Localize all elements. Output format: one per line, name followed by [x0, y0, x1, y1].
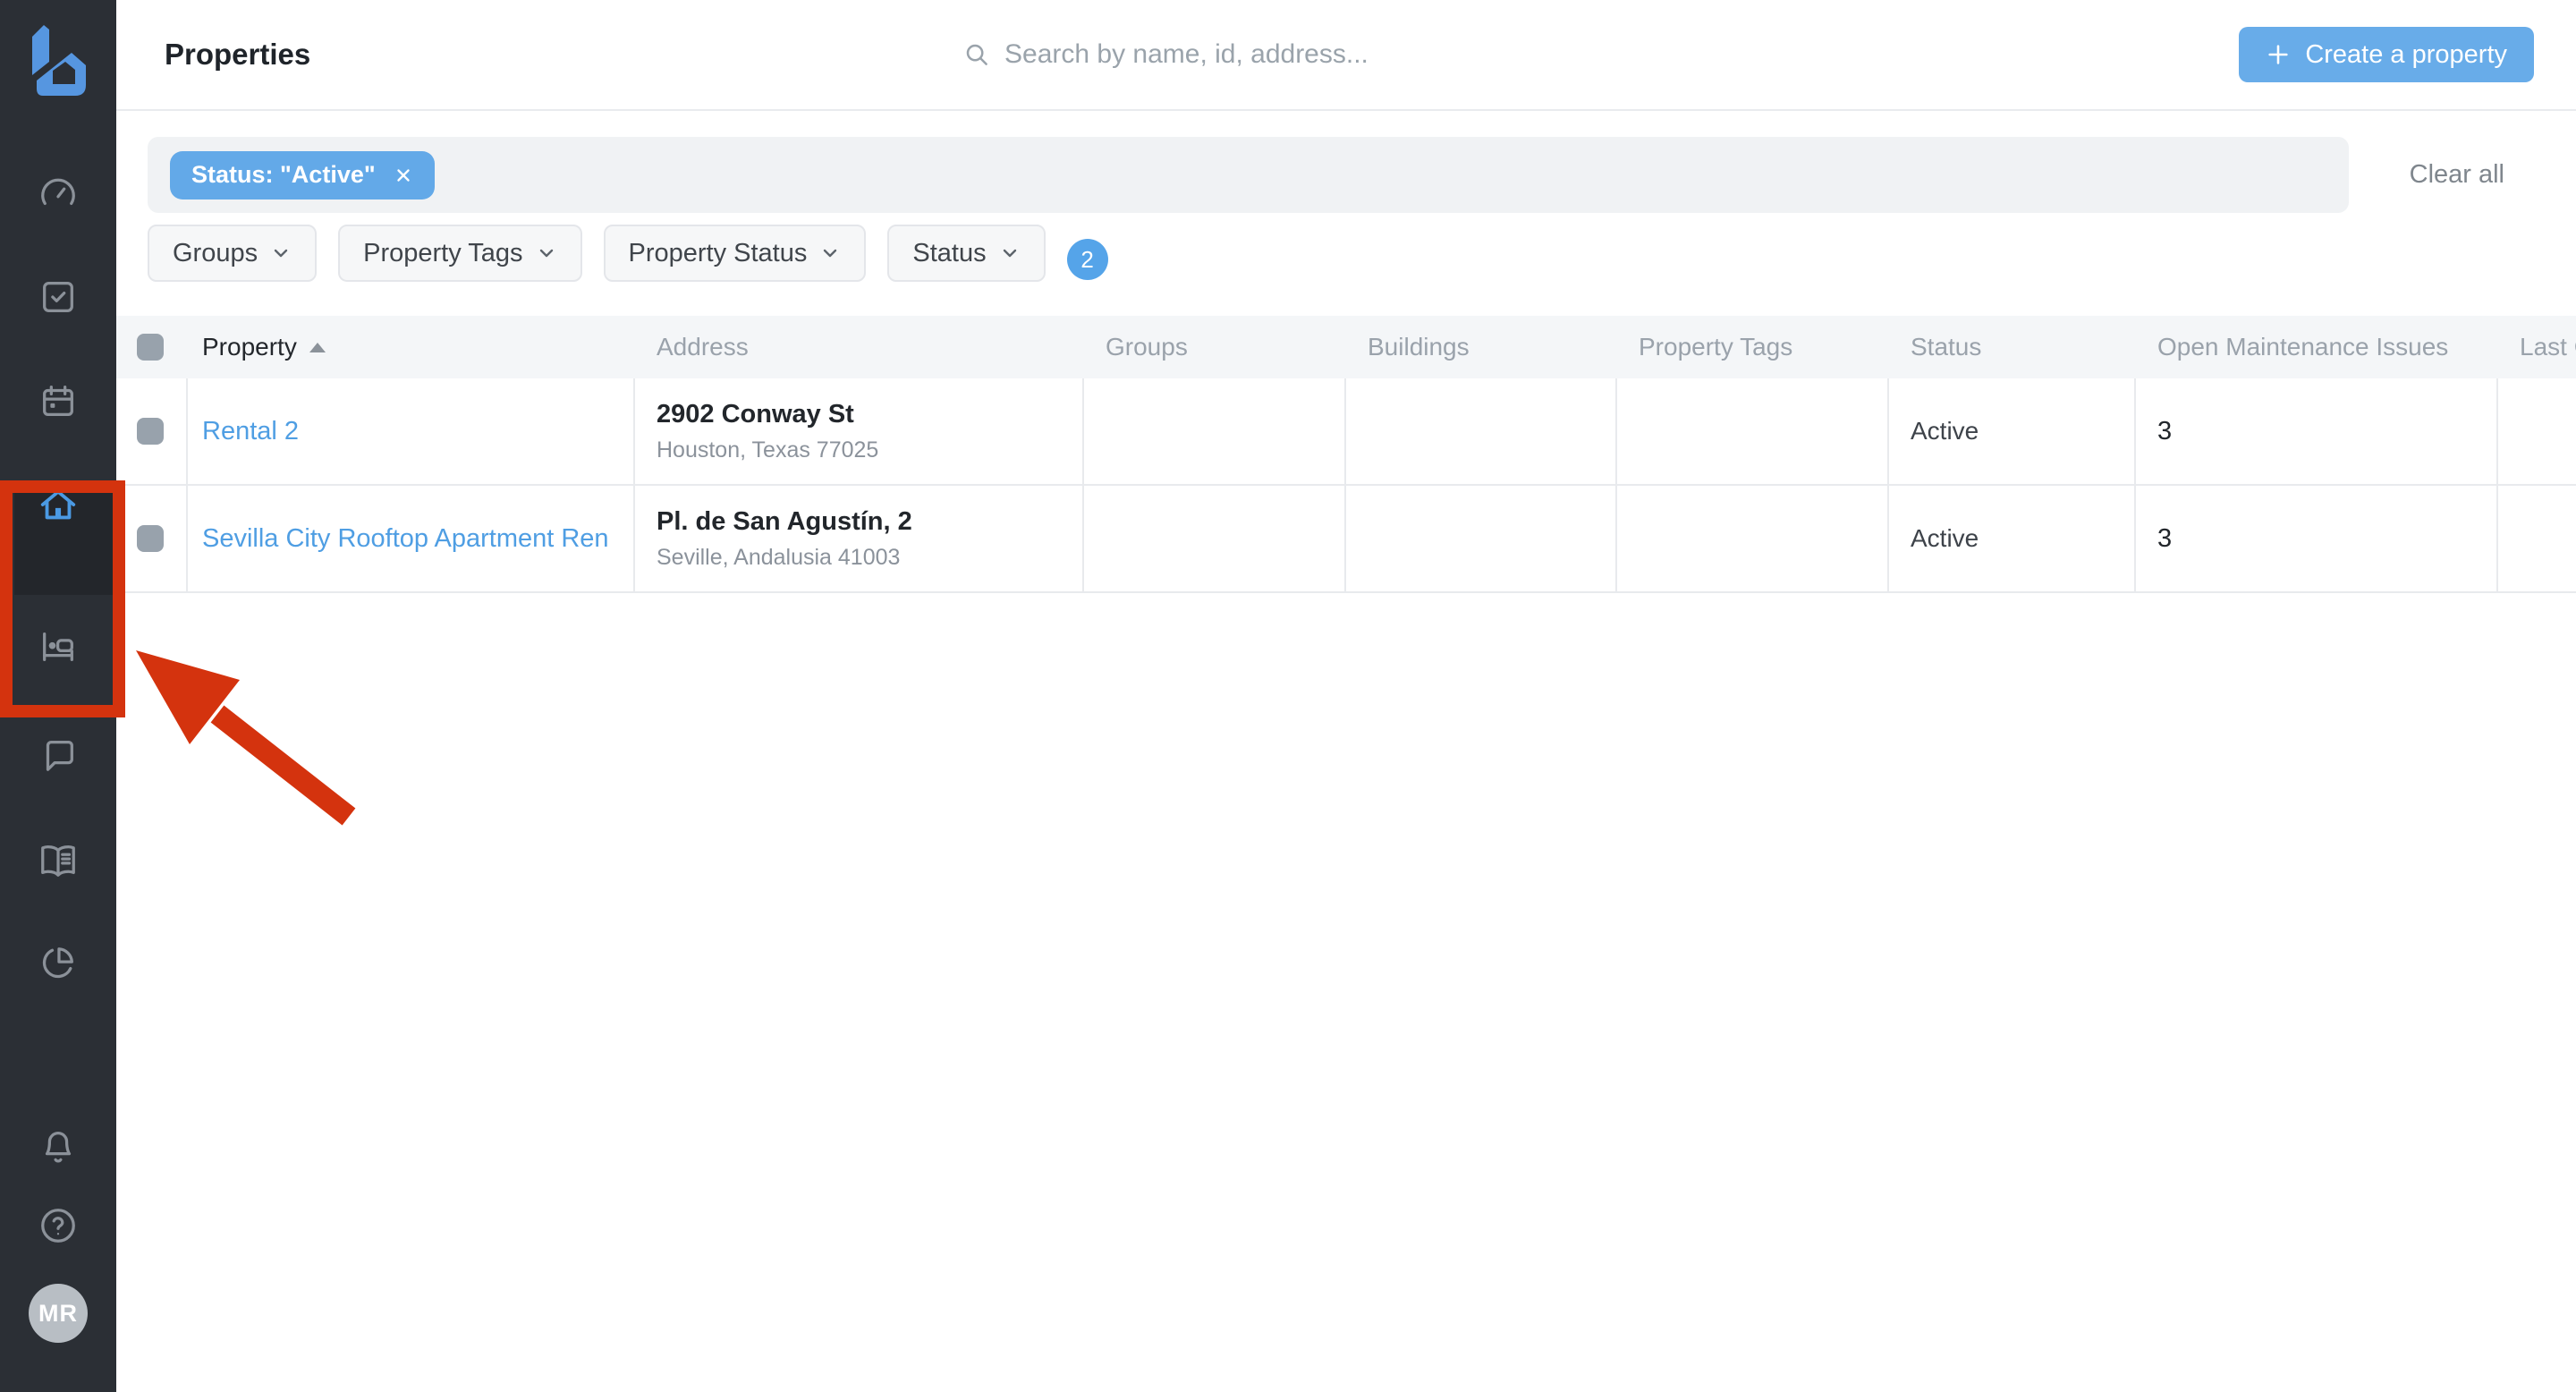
avatar[interactable]: MR [29, 1284, 88, 1343]
bell-icon [38, 1126, 79, 1167]
sort-asc-icon [309, 343, 326, 352]
help-button[interactable] [0, 1205, 116, 1246]
column-header-open-maintenance-issues[interactable]: Open Maintenance Issues [2136, 316, 2498, 378]
table-row: Sevilla City Rooftop Apartment Ren Pl. d… [116, 486, 2576, 593]
buildings-cell [1346, 486, 1617, 591]
filter-dropdown-status[interactable]: Status [887, 225, 1045, 282]
open-maintenance-issues-cell: 3 [2136, 378, 2498, 484]
sidebar: MR [0, 0, 116, 1392]
last-c-cell [2498, 378, 2576, 484]
property-link[interactable]: Sevilla City Rooftop Apartment Ren [202, 524, 633, 554]
status-cell: Active [1889, 486, 2136, 591]
column-header-status[interactable]: Status [1889, 316, 2136, 378]
buildium-logo-icon [30, 25, 89, 100]
applied-filters-count-badge[interactable]: 2 [1067, 239, 1108, 280]
sidebar-item-dashboard[interactable] [0, 172, 116, 213]
calendar-icon [38, 380, 79, 421]
remove-filter-icon[interactable] [394, 166, 413, 185]
buildings-cell [1346, 378, 1617, 484]
filter-dropdown-groups[interactable]: Groups [148, 225, 317, 282]
sidebar-item-tasks[interactable] [0, 276, 116, 318]
sidebar-item-rentals[interactable] [0, 626, 116, 667]
chat-bubble-icon [38, 734, 79, 775]
help-circle-icon [38, 1205, 79, 1246]
column-header-property[interactable]: Property [188, 316, 635, 378]
property-tags-cell [1617, 378, 1889, 484]
page-title: Properties [165, 38, 310, 72]
create-property-button[interactable]: Create a property [2239, 27, 2534, 82]
pie-chart-icon [38, 943, 79, 984]
clear-all-button[interactable]: Clear all [2410, 160, 2504, 190]
sidebar-item-reports[interactable] [0, 943, 116, 984]
top-bar: Properties Create a property [116, 0, 2576, 111]
book-open-icon [38, 840, 79, 881]
column-header-groups[interactable]: Groups [1084, 316, 1346, 378]
table-header-row: Property Address Groups Buildings Proper… [116, 316, 2576, 378]
filter-chip-label: Status: "Active" [191, 161, 376, 189]
property-tags-cell [1617, 486, 1889, 591]
column-header-last-c[interactable]: Last C [2498, 316, 2576, 378]
sidebar-item-properties[interactable] [0, 485, 116, 526]
column-header-buildings[interactable]: Buildings [1346, 316, 1617, 378]
filter-chip-status-active[interactable]: Status: "Active" [170, 151, 435, 199]
bed-icon [38, 626, 79, 667]
tasks-check-icon [38, 276, 79, 318]
sidebar-item-messages[interactable] [0, 734, 116, 775]
row-checkbox[interactable] [137, 525, 164, 552]
chevron-down-icon [270, 242, 292, 264]
column-header-address[interactable]: Address [635, 316, 1084, 378]
sidebar-item-calendar[interactable] [0, 380, 116, 421]
sidebar-item-resources[interactable] [0, 840, 116, 881]
search-input[interactable] [1004, 39, 1470, 70]
groups-cell [1084, 378, 1346, 484]
create-property-label: Create a property [2305, 40, 2507, 70]
properties-table: Property Address Groups Buildings Proper… [116, 316, 2576, 593]
table-row: Rental 2 2902 Conway St Houston, Texas 7… [116, 378, 2576, 486]
main-content: Properties Create a property Status: "Ac… [116, 0, 2576, 1392]
status-cell: Active [1889, 378, 2136, 484]
chevron-down-icon [819, 242, 841, 264]
app-logo[interactable] [30, 25, 89, 100]
search-icon [963, 41, 990, 68]
groups-cell [1084, 486, 1346, 591]
filter-dropdowns: Groups Property Tags Property Status Sta… [148, 225, 2576, 282]
home-icon [38, 485, 79, 526]
column-header-property-tags[interactable]: Property Tags [1617, 316, 1889, 378]
chevron-down-icon [536, 242, 557, 264]
search[interactable] [963, 0, 1470, 109]
applied-filters-bar: Status: "Active" [148, 137, 2349, 213]
filter-dropdown-property-status[interactable]: Property Status [604, 225, 867, 282]
property-link[interactable]: Rental 2 [202, 417, 633, 446]
address-cell: 2902 Conway St Houston, Texas 77025 [635, 378, 1084, 484]
row-checkbox[interactable] [137, 418, 164, 445]
open-maintenance-issues-cell: 3 [2136, 486, 2498, 591]
plus-icon [2266, 42, 2291, 67]
gauge-icon [38, 172, 79, 213]
select-all-checkbox[interactable] [137, 334, 164, 361]
address-cell: Pl. de San Agustín, 2 Seville, Andalusia… [635, 486, 1084, 591]
last-c-cell [2498, 486, 2576, 591]
chevron-down-icon [999, 242, 1021, 264]
filter-dropdown-property-tags[interactable]: Property Tags [338, 225, 581, 282]
notifications-button[interactable] [0, 1126, 116, 1167]
